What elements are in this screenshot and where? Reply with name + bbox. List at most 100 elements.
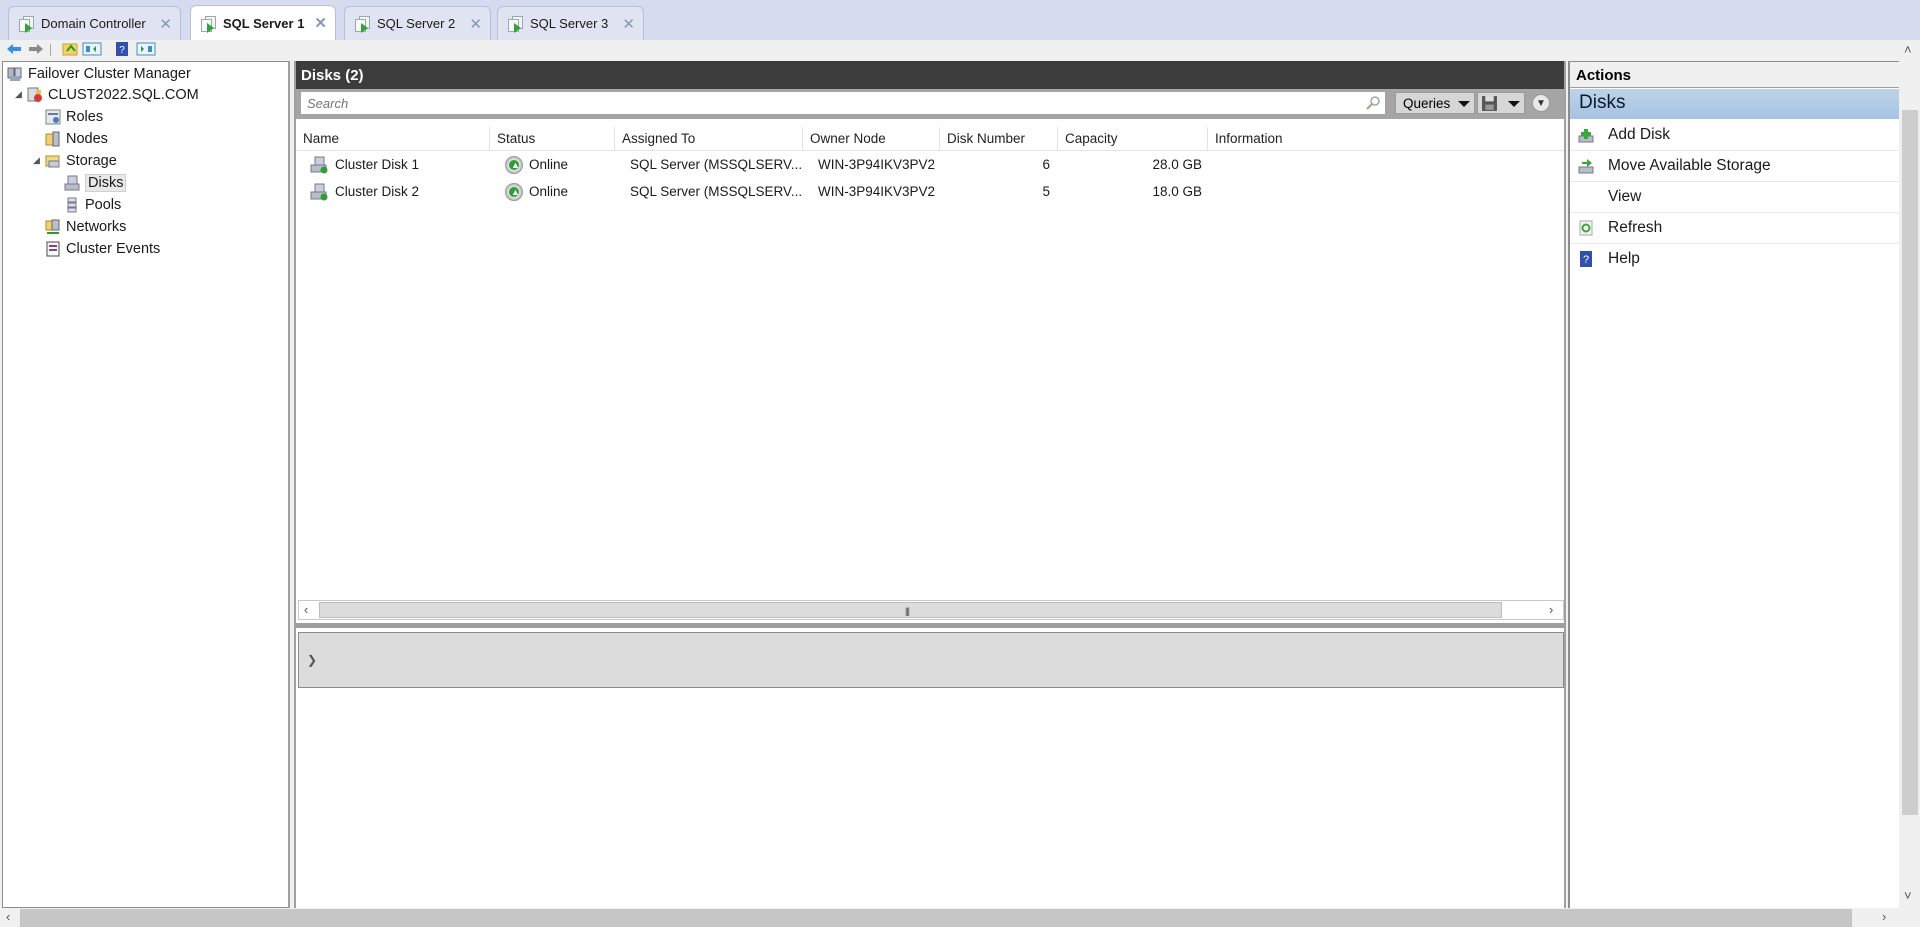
tree-label: Roles [66,109,104,125]
table-row[interactable]: Cluster Disk 2 ▲ Online SQL Server (MSSQ… [296,179,1564,206]
svg-text:?: ? [119,45,125,56]
tree-item-cluster[interactable]: CLUST2022.SQL.COM [27,85,199,105]
back-arrow-icon[interactable] [6,42,22,56]
cell-capacity: 28.0 GB [1152,157,1202,172]
close-icon[interactable]: ✕ [159,15,172,33]
help-icon[interactable]: ? [114,42,130,56]
tab-label: SQL Server 1 [223,16,305,31]
expand-details-icon[interactable]: ❯ [307,653,317,667]
actions-pane: Actions Disks Add Disk Move Available St… [1568,61,1899,908]
toolbar: ? [0,40,1900,60]
close-icon[interactable]: ✕ [314,14,327,32]
column-header-assigned-to[interactable]: Assigned To [615,127,803,151]
cell-status: Online [529,184,569,199]
search-icon[interactable] [1365,95,1381,111]
scroll-up-icon[interactable]: ˄ [1904,42,1912,57]
tab-sql-server-3[interactable]: SQL Server 3 ✕ [497,6,644,40]
vm-icon [355,15,371,33]
scroll-right-icon[interactable]: › [1549,602,1553,617]
action-move-available-storage[interactable]: Move Available Storage [1570,151,1899,182]
search-input[interactable] [301,92,1385,114]
cell-name: Cluster Disk 2 [335,184,420,199]
tree-label: Failover Cluster Manager [28,66,191,82]
forward-arrow-icon[interactable] [28,42,44,56]
action-label: Help [1608,250,1640,267]
actions-section-disks[interactable]: Disks [1570,89,1899,119]
cell-status: Online [529,157,569,172]
save-query-button[interactable] [1477,92,1525,114]
chevron-down-icon [1508,101,1520,107]
scrollbar-thumb[interactable]: ||| [319,602,1502,618]
action-refresh[interactable]: Refresh [1570,213,1899,244]
help-icon: ? [1580,251,1592,267]
tree-label: Networks [66,219,127,235]
disk-icon [310,156,328,174]
chevron-down-icon: ▼ [1536,97,1546,109]
save-icon [1482,96,1497,111]
table-header: Name Status Assigned To Owner Node Disk … [296,127,1564,151]
action-view[interactable]: View [1570,182,1899,213]
search-bar: Queries ▼ [296,89,1564,119]
scroll-left-icon[interactable]: ‹ [6,909,10,924]
tab-bar: Domain Controller ✕ SQL Server 1 ✕ SQL S… [0,0,1920,41]
show-hide-action-pane-icon[interactable] [136,42,156,56]
cell-disk-number: 5 [1042,184,1050,199]
chevron-down-icon [1458,101,1470,107]
tab-sql-server-2[interactable]: SQL Server 2 ✕ [344,6,491,40]
tab-sql-server-1[interactable]: SQL Server 1 ✕ [190,5,336,41]
tab-label: SQL Server 3 [530,16,609,31]
cell-assigned-to: SQL Server (MSSQLSERV... [630,184,803,199]
cell-owner-node: WIN-3P94IKV3PV2 [818,157,936,172]
column-header-disk-number[interactable]: Disk Number [940,127,1058,151]
networks-icon [45,219,60,234]
action-label: Add Disk [1608,126,1671,143]
online-status-icon: ▲ [505,183,523,201]
actions-header: Actions [1570,62,1899,88]
column-header-information[interactable]: Information [1208,127,1348,151]
expand-collapse-icon[interactable]: ◢ [15,89,22,100]
refresh-icon [1579,220,1593,236]
table-row[interactable]: Cluster Disk 1 ▲ Online SQL Server (MSSQ… [296,152,1564,179]
details-pane: ❯ [298,632,1564,688]
action-help[interactable]: ? Help [1570,244,1899,275]
tree-item-networks[interactable]: Networks [45,217,126,237]
show-hide-console-tree-icon[interactable] [82,42,102,56]
tree-item-cluster-events[interactable]: Cluster Events [45,239,160,259]
tree-item-disks[interactable]: Disks [64,173,127,193]
tree-item-nodes[interactable]: Nodes [45,129,108,149]
column-header-capacity[interactable]: Capacity [1058,127,1208,151]
collapse-search-button[interactable]: ▼ [1532,94,1550,112]
nodes-icon [45,131,60,147]
tree-item-pools[interactable]: Pools [64,195,121,215]
scroll-left-icon[interactable]: ‹ [304,602,308,617]
tree-item-failover-cluster-manager[interactable]: Failover Cluster Manager [7,64,191,84]
tree-item-storage[interactable]: Storage [45,151,117,171]
pools-icon [67,197,77,213]
window-vertical-scrollbar[interactable]: ˄ ˅ [1900,40,1920,908]
pane-title: Disks (2) [296,61,1564,89]
close-icon[interactable]: ✕ [469,15,482,33]
tab-label: SQL Server 2 [377,16,456,31]
folder-up-icon[interactable] [62,42,78,56]
scrollbar-thumb[interactable] [1902,110,1918,815]
disk-icon [310,183,328,201]
close-icon[interactable]: ✕ [622,15,635,33]
action-label: Move Available Storage [1608,157,1771,174]
scrollbar-thumb[interactable] [20,909,1852,927]
tab-domain-controller[interactable]: Domain Controller ✕ [8,6,181,40]
cluster-events-icon [46,241,60,257]
column-header-name[interactable]: Name [296,127,490,151]
expand-collapse-icon[interactable]: ◢ [33,155,40,166]
table-horizontal-scrollbar[interactable]: ‹ ||| › [298,600,1564,620]
tree-item-roles[interactable]: Roles [45,107,103,127]
column-header-status[interactable]: Status [490,127,615,151]
pane-splitter[interactable] [296,623,1564,628]
queries-button[interactable]: Queries [1395,92,1475,114]
action-add-disk[interactable]: Add Disk [1570,120,1899,151]
window-horizontal-scrollbar[interactable]: ‹ › [0,908,1900,927]
column-header-owner-node[interactable]: Owner Node [803,127,940,151]
scroll-right-icon[interactable]: › [1882,909,1886,924]
console-tree: Failover Cluster Manager ◢ CLUST2022.SQL… [2,61,290,908]
scroll-down-icon[interactable]: ˅ [1904,888,1912,903]
cluster-icon [27,87,42,102]
